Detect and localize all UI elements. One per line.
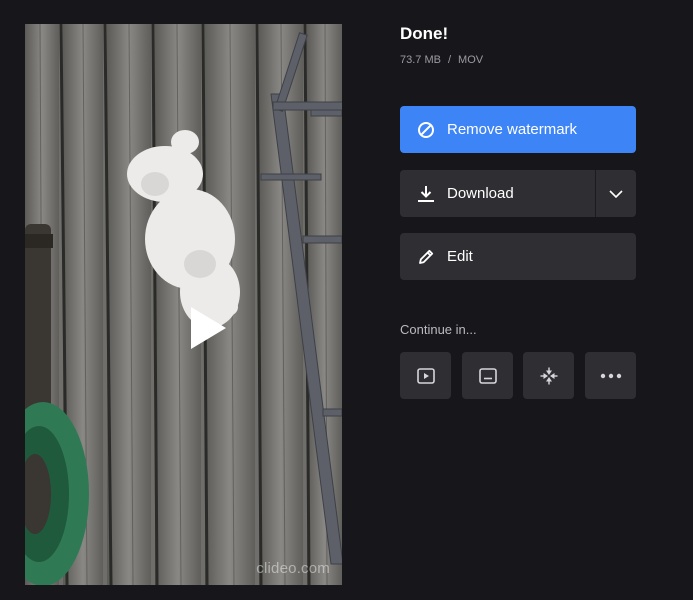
file-format: MOV xyxy=(458,54,484,66)
edit-button[interactable]: Edit xyxy=(400,233,636,280)
pencil-icon xyxy=(417,248,435,266)
download-label: Download xyxy=(447,185,514,202)
download-options-button[interactable] xyxy=(596,170,636,217)
play-icon[interactable] xyxy=(188,305,228,351)
file-meta: 73.7 MB / MOV xyxy=(400,54,483,66)
more-icon xyxy=(600,373,621,378)
download-button[interactable]: Download xyxy=(400,170,636,217)
compress-icon xyxy=(540,367,557,384)
continue-video-player-button[interactable] xyxy=(400,352,451,399)
meta-separator: / xyxy=(447,54,452,66)
continue-more-button[interactable] xyxy=(585,352,636,399)
watermark-text: clideo.com xyxy=(256,560,330,577)
chevron-down-icon xyxy=(609,189,623,198)
video-preview[interactable]: clideo.com xyxy=(25,24,342,585)
video-frame xyxy=(25,24,342,585)
file-size: 73.7 MB xyxy=(400,54,441,66)
continue-label: Continue in... xyxy=(400,322,477,337)
download-icon xyxy=(417,185,435,203)
page-title: Done! xyxy=(400,24,449,43)
continue-compress-button[interactable] xyxy=(523,352,574,399)
continue-subtitles-button[interactable] xyxy=(462,352,513,399)
video-player-icon xyxy=(416,367,435,384)
block-icon xyxy=(417,121,435,139)
edit-label: Edit xyxy=(447,248,473,265)
remove-watermark-label: Remove watermark xyxy=(447,121,578,138)
subtitles-icon xyxy=(478,367,497,384)
remove-watermark-button[interactable]: Remove watermark xyxy=(400,106,636,153)
